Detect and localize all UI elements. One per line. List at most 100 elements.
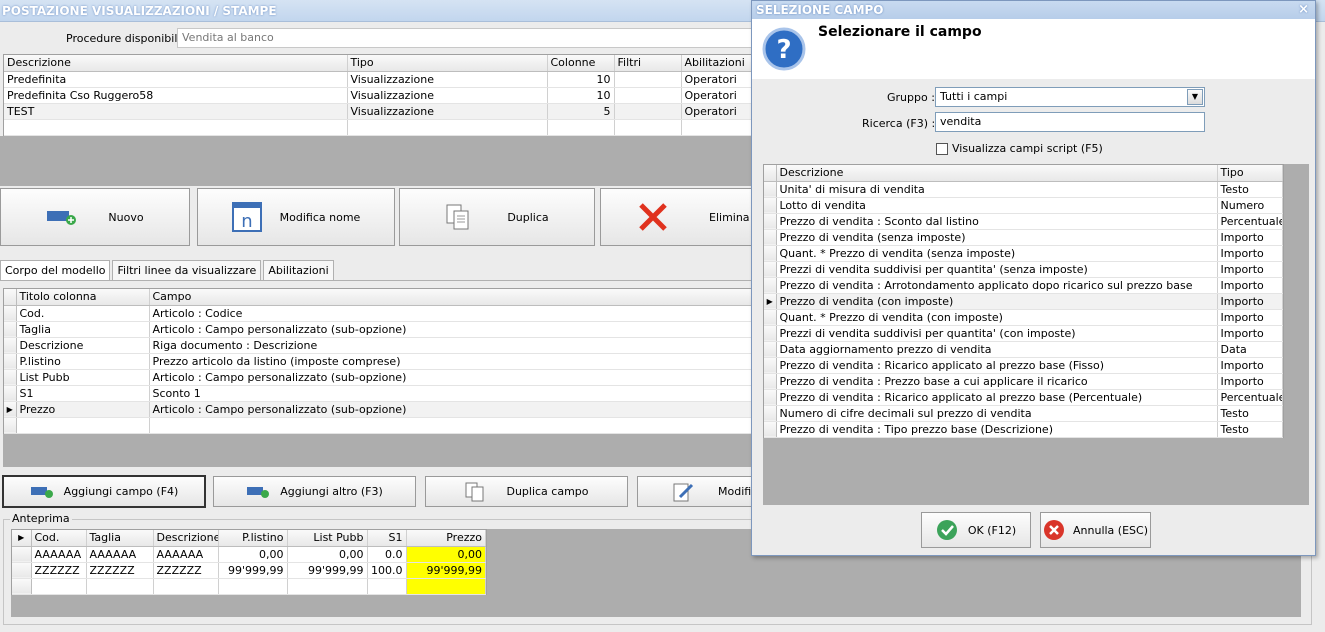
field-row[interactable]: Prezzo di vendita : Prezzo base a cui ap… <box>764 373 1283 390</box>
dialog-heading: Selezionare il campo <box>818 24 982 40</box>
field-row[interactable]: Prezzo di vendita : Ricarico applicato a… <box>764 389 1283 406</box>
col-filtri[interactable]: Filtri <box>614 55 682 72</box>
new-button[interactable]: Nuovo <box>0 188 190 246</box>
col-tipo[interactable]: Tipo <box>347 55 548 72</box>
dialog-header: ? Selezionare il campo <box>752 19 1315 79</box>
preview-row-empty[interactable] <box>12 578 486 595</box>
column-title: P.listino <box>16 353 150 370</box>
field-type: Importo <box>1217 373 1283 390</box>
field-row[interactable]: Prezzi di vendita suddivisi per quantita… <box>764 325 1283 342</box>
model-row[interactable]: TEST Visualizzazione 5 Operatori <box>4 103 762 120</box>
procedure-select[interactable]: Vendita al banco <box>177 28 767 48</box>
field-row[interactable]: Prezzo di vendita : Arrotondamento appli… <box>764 277 1283 294</box>
row-selector <box>764 373 777 390</box>
field-row[interactable]: Prezzo di vendita : Ricarico applicato a… <box>764 357 1283 374</box>
preview-col-descrizione[interactable]: Descrizione <box>153 530 219 547</box>
preview-col-s1[interactable]: S1 <box>367 530 407 547</box>
field-row[interactable]: Lotto di vendita Numero <box>764 197 1283 214</box>
col-descrizione[interactable]: Descrizione <box>776 165 1218 182</box>
column-row[interactable]: Taglia Articolo : Campo personalizzato (s… <box>4 321 762 338</box>
rename-label: Modifica nome <box>279 210 361 224</box>
col-colonne[interactable]: Colonne <box>547 55 615 72</box>
delete-button[interactable]: Elimina <box>600 188 760 246</box>
preview-col-cod[interactable]: Cod. <box>31 530 87 547</box>
field-type: Importo <box>1217 245 1283 262</box>
field-row[interactable]: Unita' di misura di vendita Testo <box>764 181 1283 198</box>
columns-grid-empty-area <box>3 434 760 467</box>
column-row[interactable]: S1 Sconto 1 <box>4 385 762 402</box>
tab-corpo-modello[interactable]: Corpo del modello <box>0 260 111 280</box>
group-value: Tutti i campi <box>940 90 1008 103</box>
model-row[interactable]: Predefinita Visualizzazione 10 Operatori <box>4 71 762 88</box>
row-selector <box>764 277 777 294</box>
tab-filtri-linee[interactable]: Filtri linee da visualizzare <box>112 260 262 280</box>
field-row[interactable]: Quant. * Prezzo di vendita (senza impost… <box>764 245 1283 262</box>
group-select[interactable]: Tutti i campi ▼ <box>935 87 1205 107</box>
chevron-down-icon[interactable]: ▼ <box>1187 89 1203 105</box>
preview-row[interactable]: AAAAAA AAAAAA AAAAAA 0,00 0,00 0.0 0,00 <box>12 546 486 563</box>
model-tipo: Visualizzazione <box>347 87 548 104</box>
duplicate-button[interactable]: Duplica <box>399 188 595 246</box>
close-icon[interactable]: × <box>1298 2 1309 17</box>
col-campo[interactable]: Campo <box>149 289 762 306</box>
col-titolo-colonna[interactable]: Titolo colonna <box>16 289 150 306</box>
model-row-empty[interactable] <box>4 119 762 136</box>
col-tipo[interactable]: Tipo <box>1217 165 1283 182</box>
column-row[interactable]: Cod. Articolo : Codice <box>4 305 762 322</box>
modify-field-button[interactable]: Modifi <box>637 476 760 507</box>
column-row[interactable]: Descrizione Riga documento : Descrizione <box>4 337 762 354</box>
column-field: Sconto 1 <box>149 385 762 402</box>
field-row[interactable]: Numero di cifre decimali sul prezzo di v… <box>764 405 1283 422</box>
field-row[interactable]: Data aggiornamento prezzo di vendita Data <box>764 341 1283 358</box>
column-title: List Pubb <box>16 369 150 386</box>
col-descrizione[interactable]: Descrizione <box>4 55 348 72</box>
column-field: Articolo : Campo personalizzato (sub-opz… <box>149 401 762 418</box>
dialog-title: SELEZIONE CAMPO <box>756 3 884 17</box>
script-checkbox[interactable] <box>936 142 948 155</box>
field-row[interactable]: Quant. * Prezzo di vendita (con imposte)… <box>764 309 1283 326</box>
rename-button[interactable]: n Modifica nome <box>197 188 395 246</box>
column-row-selected[interactable]: ▶ Prezzo Articolo : Campo personalizzato (… <box>4 401 762 418</box>
rename-icon: n <box>231 202 262 232</box>
field-row[interactable]: Prezzo di vendita (senza imposte) Importo <box>764 229 1283 246</box>
cancel-button[interactable]: Annulla (ESC) <box>1040 512 1151 548</box>
add-icon <box>47 211 77 225</box>
preview-cell: 100.0 <box>367 562 407 579</box>
search-input[interactable]: vendita <box>935 112 1205 132</box>
add-other-button[interactable]: Aggiungi altro (F3) <box>213 476 416 507</box>
model-row[interactable]: Predefinita Cso Ruggero58 Visualizzazion… <box>4 87 762 104</box>
add-field-button[interactable]: Aggiungi campo (F4) <box>2 475 206 508</box>
preview-label: Anteprima <box>10 512 72 525</box>
preview-col-plistino[interactable]: P.listino <box>218 530 288 547</box>
column-row[interactable]: P.listino Prezzo articolo da listino (imp… <box>4 353 762 370</box>
field-type: Data <box>1217 341 1283 358</box>
column-row[interactable]: List Pubb Articolo : Campo personalizzato… <box>4 369 762 386</box>
preview-col-taglia[interactable]: Taglia <box>86 530 154 547</box>
cancel-label: Annulla (ESC) <box>1073 523 1148 537</box>
preview-row[interactable]: ZZZZZZ ZZZZZZ ZZZZZZ 99'999,99 99'999,99… <box>12 562 486 579</box>
preview-col-listpubb[interactable]: List Pubb <box>287 530 368 547</box>
tab-abilitazioni[interactable]: Abilitazioni <box>263 260 334 280</box>
field-row[interactable]: Prezzo di vendita : Tipo prezzo base (De… <box>764 421 1283 438</box>
row-selector <box>764 389 777 406</box>
new-label: Nuovo <box>108 210 144 224</box>
question-icon: ? <box>762 27 806 71</box>
ok-button[interactable]: OK (F12) <box>921 512 1031 548</box>
field-description: Quant. * Prezzo di vendita (senza impost… <box>776 245 1218 262</box>
preview-col-prezzo[interactable]: Prezzo <box>406 530 486 547</box>
field-type: Testo <box>1217 421 1283 438</box>
field-type: Importo <box>1217 309 1283 326</box>
preview-cell-price: 0,00 <box>406 546 486 563</box>
column-title: Prezzo <box>16 401 150 418</box>
column-row-empty[interactable] <box>4 417 762 434</box>
field-row[interactable]: Prezzi di vendita suddivisi per quantita… <box>764 261 1283 278</box>
field-row[interactable]: Prezzo di vendita : Sconto dal listino Pe… <box>764 213 1283 230</box>
row-selector <box>764 245 777 262</box>
column-title: Descrizione <box>16 337 150 354</box>
preview-cell: ZZZZZZ <box>31 562 87 579</box>
current-row-arrow-icon: ▶ <box>764 293 777 310</box>
duplicate-field-button[interactable]: Duplica campo <box>425 476 628 507</box>
col-abilitazioni[interactable]: Abilitazioni <box>681 55 762 72</box>
field-row[interactable]: ▶ Prezzo di vendita (con imposte) Importo <box>764 293 1283 310</box>
preview-cell: ZZZZZZ <box>86 562 154 579</box>
